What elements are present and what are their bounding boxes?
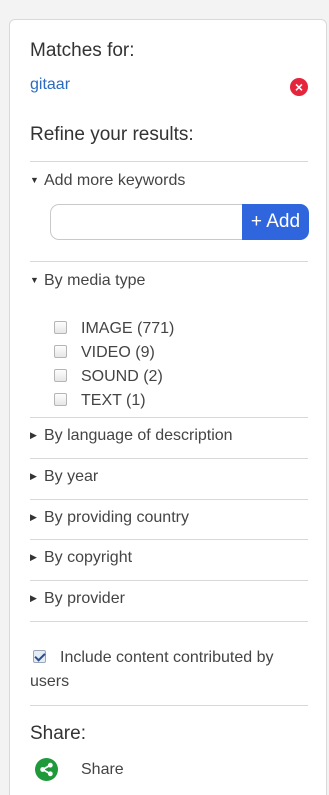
refine-heading: Refine your results: (30, 124, 194, 145)
user-content-option[interactable]: Include content contributed by users (30, 646, 312, 694)
triangle-right-icon: ▶ (30, 552, 37, 562)
divider (30, 417, 308, 418)
keyword-input-group: + Add (50, 204, 309, 240)
checkbox[interactable] (54, 321, 67, 334)
match-term-link[interactable]: gitaar (30, 76, 70, 94)
checkbox[interactable] (54, 393, 67, 406)
checkbox[interactable] (54, 345, 67, 358)
media-option-video[interactable]: VIDEO (9) (54, 344, 174, 368)
section-copyright[interactable]: ▶ By copyright (30, 549, 308, 573)
checkbox[interactable] (54, 369, 67, 382)
section-providing-country[interactable]: ▶ By providing country (30, 509, 308, 533)
section-label: By provider (44, 590, 125, 607)
media-option-image[interactable]: IMAGE (771) (54, 320, 174, 344)
media-option-text[interactable]: TEXT (1) (54, 392, 174, 416)
share-icon (35, 758, 58, 781)
section-label: By providing country (44, 509, 189, 526)
refine-results-panel: Matches for: gitaar × Refine your result… (9, 19, 327, 795)
divider (30, 458, 308, 459)
section-language[interactable]: ▶ By language of description (30, 427, 308, 451)
media-option-label: TEXT (1) (81, 392, 146, 409)
match-row: gitaar × (30, 76, 308, 98)
divider (30, 261, 308, 262)
triangle-down-icon: ▼ (30, 175, 39, 185)
user-content-label: Include content contributed by users (30, 649, 274, 690)
section-provider[interactable]: ▶ By provider (30, 590, 308, 614)
divider (30, 539, 308, 540)
triangle-down-icon: ▼ (30, 275, 39, 285)
divider (30, 580, 308, 581)
keyword-input[interactable] (50, 204, 244, 240)
triangle-right-icon: ▶ (30, 430, 37, 440)
section-add-keywords[interactable]: ▼ Add more keywords (30, 172, 308, 196)
media-option-label: IMAGE (771) (81, 320, 175, 337)
share-heading: Share: (30, 723, 86, 744)
section-year[interactable]: ▶ By year (30, 468, 308, 492)
triangle-right-icon: ▶ (30, 593, 37, 603)
media-option-sound[interactable]: SOUND (2) (54, 368, 174, 392)
section-label: By language of description (44, 427, 233, 444)
user-content-checkbox[interactable] (33, 650, 46, 663)
section-media-type[interactable]: ▼ By media type (30, 272, 308, 296)
divider (30, 621, 308, 622)
section-label: Add more keywords (44, 172, 186, 189)
section-label: By media type (44, 272, 146, 289)
add-keyword-button[interactable]: + Add (242, 204, 309, 240)
section-label: By copyright (44, 549, 133, 566)
media-option-label: SOUND (2) (81, 368, 163, 385)
section-label: By year (44, 468, 99, 485)
divider (30, 705, 308, 706)
triangle-right-icon: ▶ (30, 471, 37, 481)
close-circle-icon[interactable]: × (290, 78, 308, 96)
divider (30, 499, 308, 500)
matches-heading: Matches for: (30, 40, 135, 61)
divider (30, 161, 308, 162)
triangle-right-icon: ▶ (30, 512, 37, 522)
share-label: Share (81, 761, 124, 778)
media-type-list: IMAGE (771) VIDEO (9) SOUND (2) TEXT (1) (54, 320, 174, 416)
media-option-label: VIDEO (9) (81, 344, 155, 361)
